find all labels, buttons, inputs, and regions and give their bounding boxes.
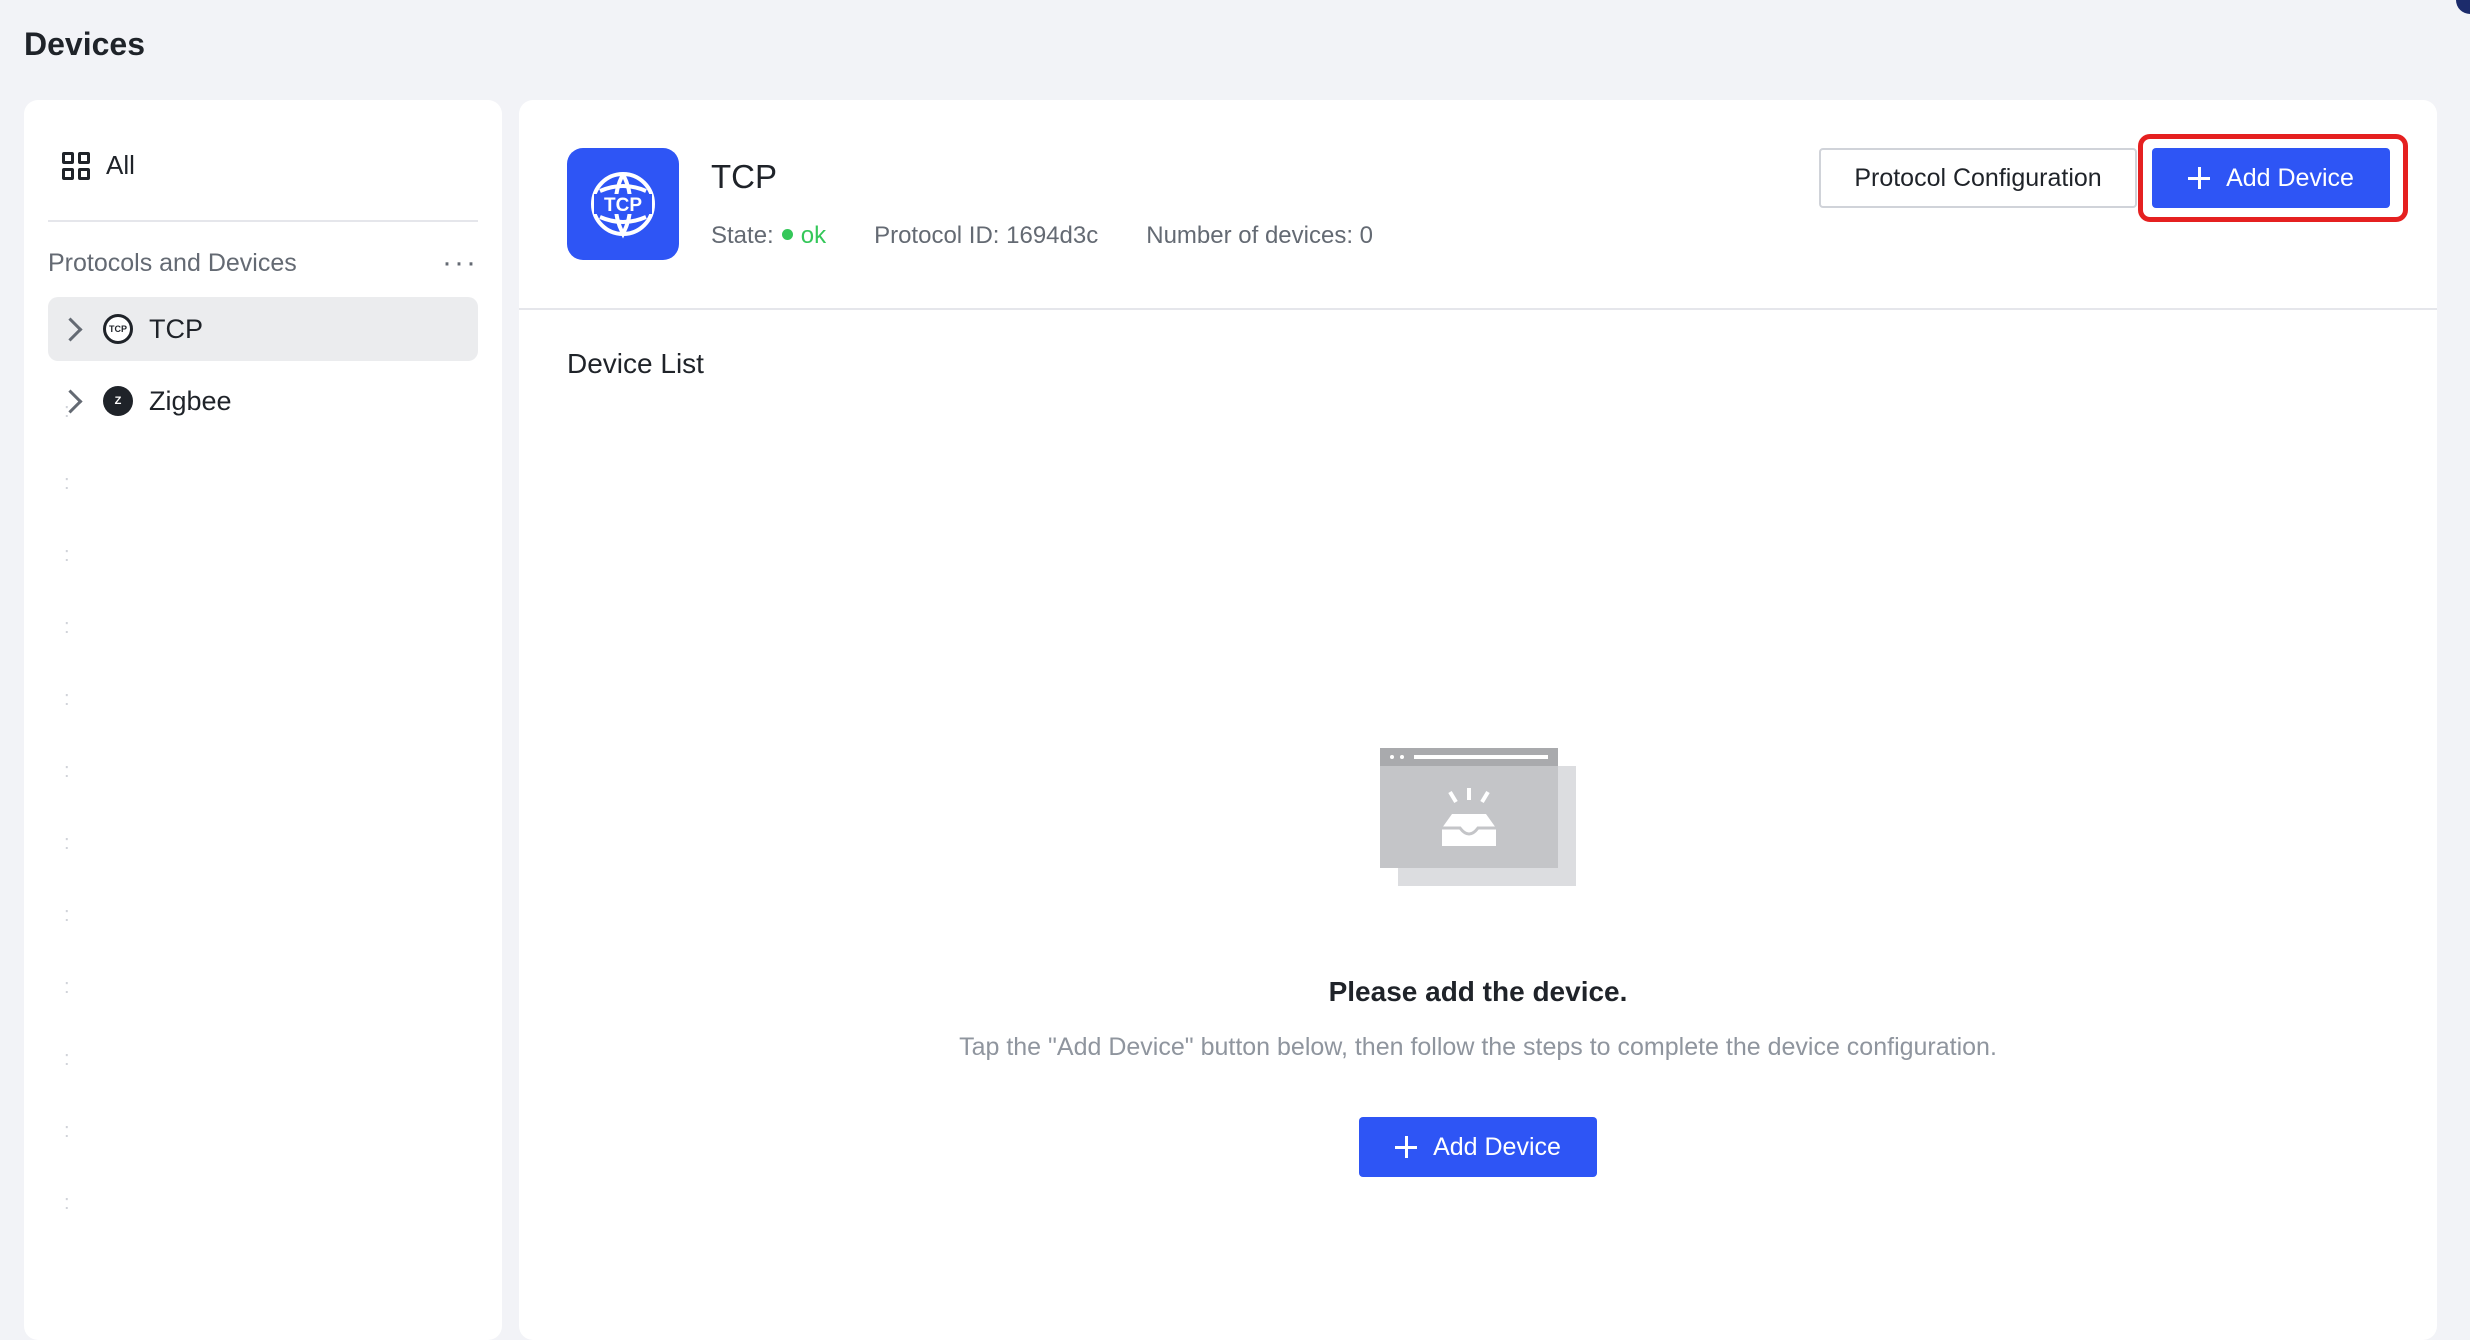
plus-icon [1395, 1136, 1418, 1158]
page-title: Devices [24, 26, 145, 62]
state-label: State: [711, 222, 774, 249]
sidebar-item-label: TCP [149, 313, 203, 344]
protocols-section-header: Protocols and Devices ··· [48, 248, 478, 278]
device-count-field: Number of devices: 0 [1146, 222, 1373, 250]
protocol-header: TCP TCP State: ok Protocol ID: 1694d3c Nu… [519, 100, 2437, 310]
add-device-button-empty[interactable]: Add Device [1359, 1117, 1597, 1177]
empty-state-title: Please add the device. [1328, 976, 1628, 1007]
protocol-id-value: 1694d3c [1006, 222, 1099, 249]
grid-icon [62, 151, 90, 180]
add-device-label: Add Device [1433, 1132, 1561, 1161]
tree-guide-dots [64, 400, 74, 1264]
device-count-label: Number of devices: [1146, 222, 1353, 249]
protocol-configuration-button[interactable]: Protocol Configuration [1819, 148, 2137, 208]
device-list-title: Device List [567, 348, 704, 379]
tcp-globe-icon: TCP [103, 314, 133, 344]
chevron-right-icon[interactable] [58, 316, 83, 342]
empty-inbox-icon [1380, 748, 1576, 886]
device-count-value: 0 [1359, 222, 1374, 249]
more-icon[interactable]: ··· [442, 248, 478, 278]
tcp-logo-icon: TCP [567, 148, 679, 260]
sidebar-all-label: All [106, 150, 135, 180]
sidebar-item-label: Zigbee [149, 385, 232, 416]
plus-icon [2188, 167, 2211, 189]
add-device-label: Add Device [2226, 163, 2354, 192]
zigbee-icon: Z [103, 386, 133, 416]
state-value: ok [800, 222, 827, 249]
state-field: State: ok [711, 222, 826, 250]
svg-text:TCP: TCP [604, 195, 642, 216]
window-corner [2456, 0, 2470, 14]
add-device-button[interactable]: Add Device [2152, 148, 2390, 208]
sidebar-all[interactable]: All [62, 150, 135, 181]
sidebar-divider [48, 220, 478, 222]
protocol-name: TCP [711, 158, 777, 195]
sidebar-item-zigbee[interactable]: Z Zigbee [48, 369, 478, 433]
protocol-id-field: Protocol ID: 1694d3c [874, 222, 1098, 250]
section-title: Protocols and Devices [48, 248, 297, 277]
status-dot-icon [781, 229, 793, 240]
protocol-meta: State: ok Protocol ID: 1694d3c Number of … [711, 222, 1373, 250]
sidebar: All Protocols and Devices ··· TCP TCP Z … [24, 100, 502, 1340]
sidebar-item-tcp[interactable]: TCP TCP [48, 297, 478, 361]
main-panel: TCP TCP State: ok Protocol ID: 1694d3c Nu… [519, 100, 2437, 1340]
empty-state-description: Tap the "Add Device" button below, then … [959, 1033, 1997, 1061]
protocol-id-label: Protocol ID: [874, 222, 1000, 249]
